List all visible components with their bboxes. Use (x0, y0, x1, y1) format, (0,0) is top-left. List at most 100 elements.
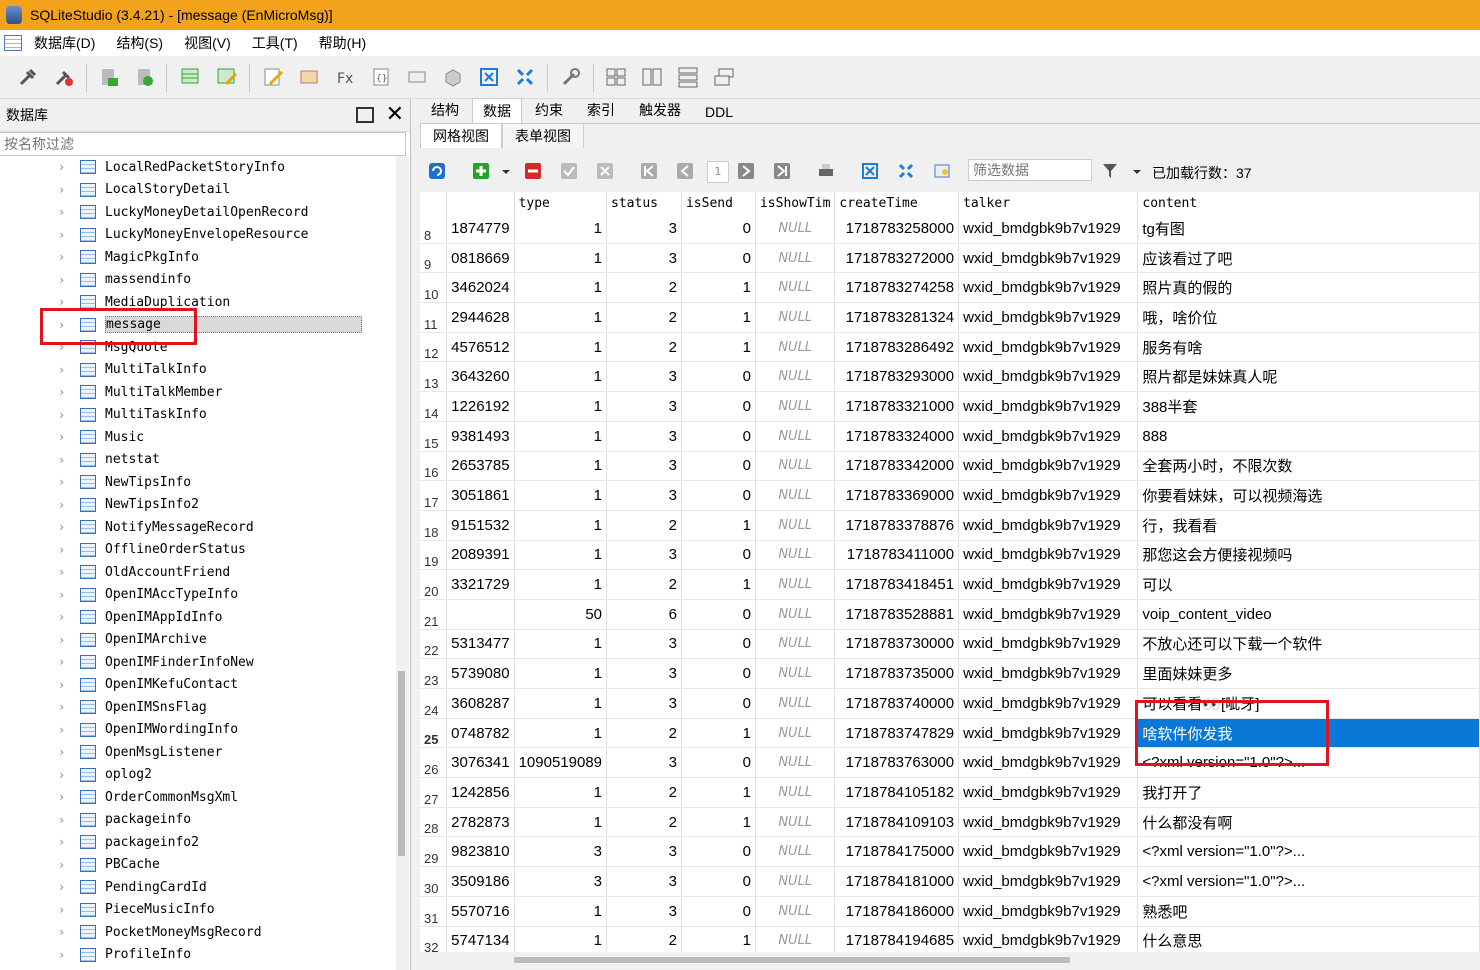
tree-item[interactable]: › NewTipsInfo2 (0, 494, 395, 517)
table-row[interactable]: 29 9823810 3 3 0 NULL 1718784175000 wxid_bmdgbk… (420, 836, 1480, 868)
content-cell[interactable]: 我打开了 (1137, 777, 1480, 808)
previous-page-icon[interactable] (676, 162, 694, 180)
tab-indexes[interactable]: 索引 (576, 97, 626, 123)
table-cell[interactable]: wxid_bmdgbk9b7v1929 (958, 361, 1139, 393)
table-cell[interactable]: 1718784194685 (834, 926, 960, 952)
null-cell[interactable]: NULL (755, 214, 836, 244)
table-cell[interactable]: 2 (606, 718, 682, 749)
tree-item[interactable]: › netstat (0, 449, 395, 472)
null-cell[interactable]: NULL (755, 777, 836, 808)
null-cell[interactable]: NULL (755, 243, 836, 274)
content-cell[interactable]: 哦，啥价位 (1137, 302, 1480, 333)
table-cell[interactable]: 1 (514, 391, 608, 422)
chevron-right-icon[interactable]: › (58, 205, 68, 219)
table-cell[interactable]: 2782873 (446, 807, 515, 838)
table-row[interactable]: 28 2782873 1 2 1 NULL 1718784109103 wxid_bmdgbk… (420, 807, 1480, 838)
content-cell[interactable]: tg有图 (1137, 214, 1480, 244)
table-cell[interactable]: 1718783274258 (834, 272, 960, 304)
table-cell[interactable]: 0 (681, 391, 756, 422)
null-cell[interactable]: NULL (755, 540, 836, 571)
import-icon[interactable] (478, 66, 500, 88)
table-cell[interactable]: 3 (606, 451, 682, 482)
last-page-icon[interactable] (773, 162, 791, 180)
table-row[interactable]: 14 1226192 1 3 0 NULL 1718783321000 wxid_bmdgbk… (420, 391, 1480, 422)
table-cell[interactable]: wxid_bmdgbk9b7v1929 (958, 629, 1139, 660)
table-cell[interactable]: 0 (681, 361, 756, 393)
table-cell[interactable]: 1 (514, 629, 608, 660)
table-cell[interactable]: 1718783730000 (834, 629, 960, 660)
next-page-icon[interactable] (737, 162, 755, 180)
grid-scrollbar-thumb[interactable] (514, 957, 1070, 963)
table-cell[interactable]: 3076341 (446, 747, 515, 779)
table-cell[interactable]: 1 (514, 510, 608, 541)
table-cell[interactable]: 1718783418451 (834, 569, 960, 600)
tree-item[interactable]: › packageinfo2 (0, 831, 395, 854)
table-cell[interactable]: 0 (681, 243, 756, 274)
table-cell[interactable]: 2 (606, 510, 682, 541)
table-row[interactable]: 21 50 6 0 NULL 1718783528881 wxid_bmdgbk9b7v19… (420, 599, 1480, 630)
edit-table-icon[interactable] (216, 66, 238, 88)
table-cell[interactable]: 2 (606, 332, 682, 363)
disconnect-icon[interactable] (53, 66, 75, 88)
refresh-icon[interactable] (428, 162, 446, 180)
tree-item[interactable]: › OrderCommonMsgXml (0, 786, 395, 809)
first-page-icon[interactable] (640, 162, 658, 180)
chevron-right-icon[interactable]: › (58, 453, 68, 467)
code-snippets-icon[interactable]: {} (370, 66, 392, 88)
table-cell[interactable]: wxid_bmdgbk9b7v1929 (958, 214, 1139, 244)
null-cell[interactable]: NULL (755, 926, 836, 952)
tree-item[interactable]: › OpenIMKefuContact (0, 674, 395, 697)
tree-scrollbar-thumb[interactable] (398, 671, 405, 856)
content-cell[interactable]: <?xml version="1.0"?>... (1137, 866, 1480, 897)
chevron-right-icon[interactable]: › (58, 363, 68, 377)
tree-item[interactable]: › MultiTaskInfo (0, 404, 395, 427)
column-header[interactable]: talker (958, 192, 1139, 214)
content-cell[interactable]: 全套两小时，不限次数 (1137, 451, 1480, 482)
table-cell[interactable]: wxid_bmdgbk9b7v1929 (958, 272, 1139, 304)
null-cell[interactable]: NULL (755, 451, 836, 482)
table-cell[interactable]: wxid_bmdgbk9b7v1929 (958, 569, 1139, 600)
tree-item[interactable]: › OldAccountFriend (0, 561, 395, 584)
table-cell[interactable]: 1 (681, 332, 756, 363)
table-cell[interactable]: 1 (514, 926, 608, 952)
tree-item[interactable]: › MultiTalkMember (0, 381, 395, 404)
table-cell[interactable]: 2 (606, 302, 682, 333)
tree-item[interactable]: › OfflineOrderStatus (0, 539, 395, 562)
export-database-icon[interactable] (98, 66, 120, 88)
export-icon[interactable] (514, 66, 536, 88)
table-row[interactable]: 8 1874779 1 3 0 NULL 1718783258000 wxid_bmdgbk9… (420, 214, 1480, 244)
tree-item[interactable]: › PocketMoneyMsgRecord (0, 921, 395, 944)
table-cell[interactable]: 1 (514, 480, 608, 511)
table-cell[interactable]: 1718783763000 (834, 747, 960, 779)
table-cell[interactable]: 0 (681, 658, 756, 689)
table-cell[interactable]: 2 (606, 926, 682, 952)
column-header[interactable]: createTime (834, 192, 960, 214)
tree-item[interactable]: › massendinfo (0, 269, 395, 292)
table-cell[interactable]: 0 (681, 451, 756, 482)
chevron-right-icon[interactable]: › (58, 228, 68, 242)
table-cell[interactable]: 3509186 (446, 866, 515, 897)
chevron-right-icon[interactable]: › (58, 678, 68, 692)
chevron-right-icon[interactable]: › (58, 430, 68, 444)
table-cell[interactable]: wxid_bmdgbk9b7v1929 (958, 302, 1139, 333)
print-icon[interactable] (817, 162, 835, 180)
table-cell[interactable]: wxid_bmdgbk9b7v1929 (958, 332, 1139, 363)
table-cell[interactable]: 1226192 (446, 391, 515, 422)
table-cell[interactable]: 3 (606, 866, 682, 897)
column-header[interactable]: type (514, 192, 608, 214)
table-row[interactable]: 27 1242856 1 2 1 NULL 1718784105182 wxid_bmdgbk… (420, 777, 1480, 808)
table-cell[interactable]: 3 (606, 421, 682, 452)
table-cell[interactable]: 1718783378876 (834, 510, 960, 541)
column-header[interactable]: isShowTim (755, 192, 836, 214)
null-cell[interactable]: NULL (755, 332, 836, 363)
table-cell[interactable]: 1090519089 (514, 747, 608, 779)
table-cell[interactable]: 3 (606, 896, 682, 927)
menu-tools[interactable]: 工具(T) (252, 33, 298, 53)
chevron-right-icon[interactable]: › (58, 385, 68, 399)
table-cell[interactable]: 9151532 (446, 510, 515, 541)
table-cell[interactable]: 3 (514, 866, 608, 897)
table-cell[interactable]: 1 (681, 718, 756, 749)
table-cell[interactable]: 1 (514, 302, 608, 333)
tree-item[interactable]: › PBCache (0, 854, 395, 877)
table-cell[interactable]: 1 (514, 807, 608, 838)
